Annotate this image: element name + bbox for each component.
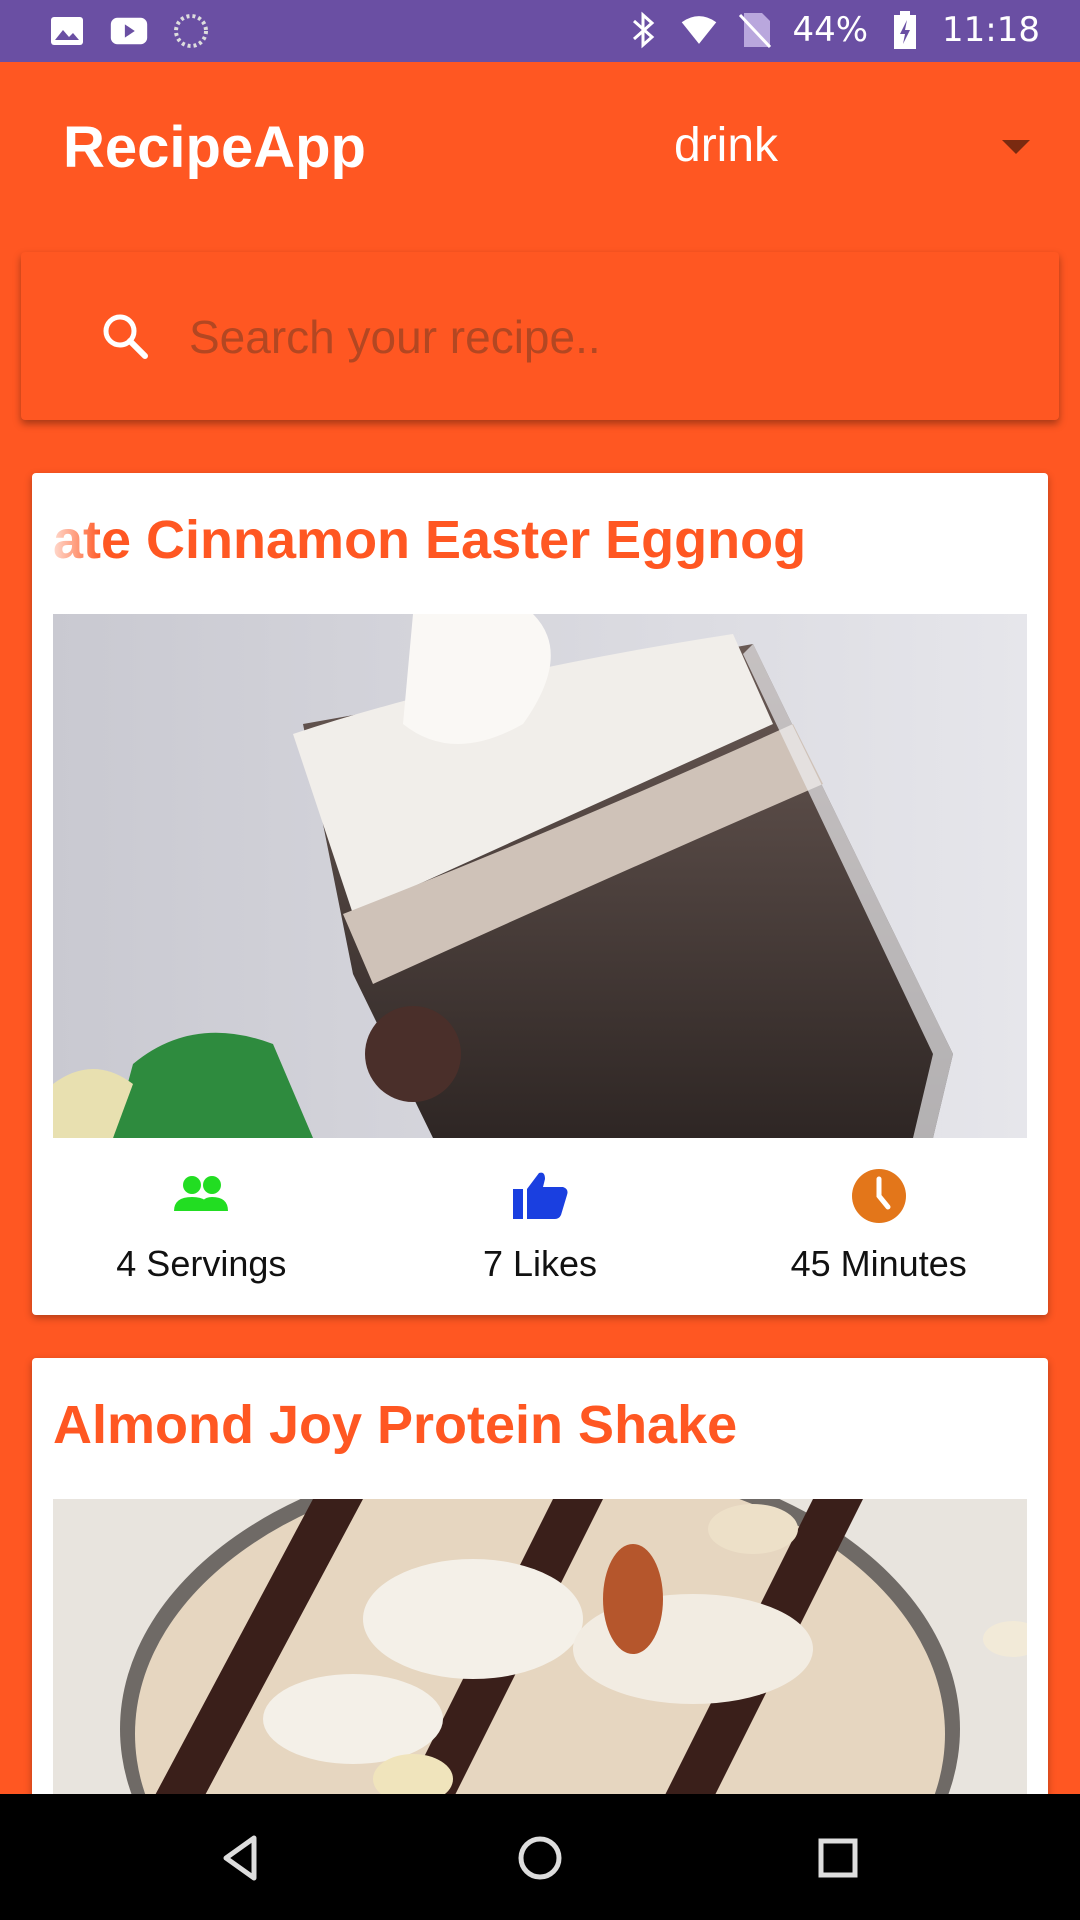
likes-stat: 7 Likes — [371, 1153, 710, 1303]
wifi-icon — [680, 11, 718, 49]
time-stat: 45 Minutes — [709, 1153, 1048, 1303]
dropdown-arrow-icon[interactable] — [1002, 140, 1030, 154]
loading-icon — [172, 12, 210, 50]
recents-icon[interactable] — [806, 1826, 870, 1890]
youtube-icon — [110, 12, 148, 50]
recipe-image — [53, 614, 1027, 1138]
no-sim-icon — [736, 11, 774, 49]
clock-icon — [851, 1169, 906, 1223]
battery-icon — [886, 11, 924, 49]
recipe-title: Almond Joy Protein Shake — [53, 1395, 738, 1455]
servings-label: 4 Servings — [116, 1243, 287, 1284]
recipe-stats: 4 Servings 7 Likes 45 Minutes — [32, 1153, 1048, 1303]
servings-stat: 4 Servings — [32, 1153, 371, 1303]
battery-percent: 44% — [792, 10, 869, 50]
status-bar: 44% 11:18 — [0, 0, 1080, 62]
search-icon[interactable] — [99, 310, 151, 362]
app-title: RecipeApp — [63, 115, 366, 180]
clock-time: 11:18 — [942, 10, 1040, 50]
thumb-up-icon — [513, 1172, 568, 1219]
recipe-title: ate Cinnamon Easter Eggnog — [53, 510, 807, 570]
time-label: 45 Minutes — [790, 1243, 967, 1284]
category-dropdown[interactable]: drink — [674, 118, 778, 173]
search-input[interactable] — [189, 304, 1009, 370]
navigation-bar — [0, 1794, 1080, 1920]
back-icon[interactable] — [210, 1826, 274, 1890]
people-icon — [174, 1176, 229, 1211]
home-icon[interactable] — [508, 1826, 572, 1890]
image-icon — [48, 12, 86, 50]
recipe-image — [53, 1499, 1027, 1799]
app-bar: RecipeApp drink — [0, 62, 1080, 232]
bluetooth-icon — [624, 11, 662, 49]
search-bar — [21, 252, 1059, 420]
recipe-card[interactable]: ate Cinnamon Easter Eggnog 4 Servings 7 … — [32, 473, 1048, 1315]
likes-label: 7 Likes — [482, 1243, 598, 1284]
